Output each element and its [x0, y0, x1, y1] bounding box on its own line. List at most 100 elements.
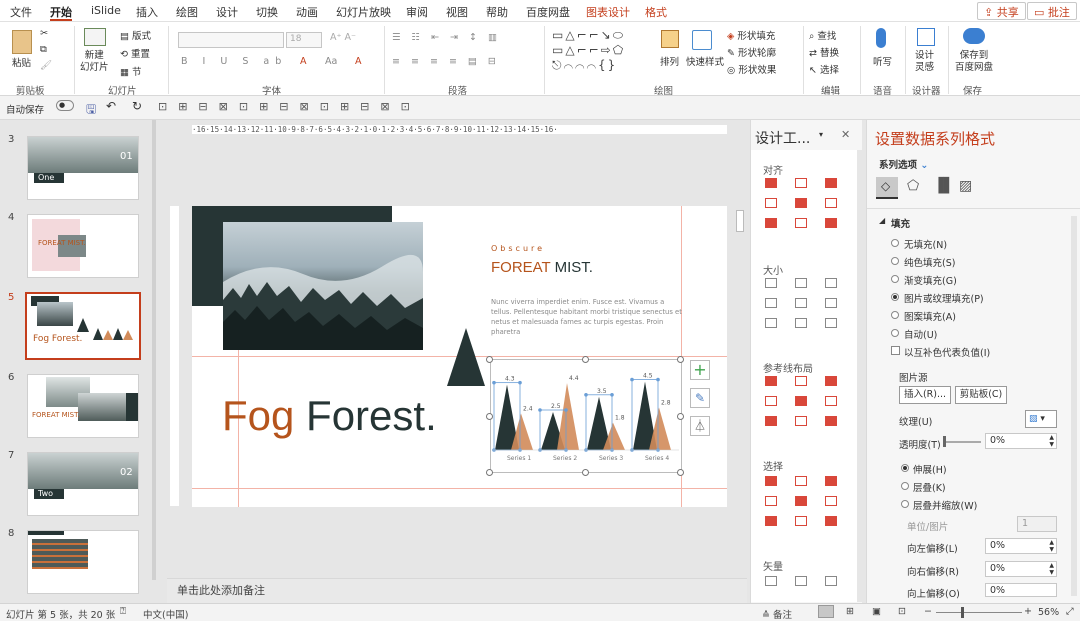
- shape-effects-button[interactable]: ◎ 形状效果: [727, 62, 776, 76]
- tool-icon[interactable]: [795, 496, 807, 506]
- offset-right-input[interactable]: 0% ▲ ▼: [985, 561, 1057, 577]
- paste-icon[interactable]: [12, 30, 32, 54]
- radio-stack-scale[interactable]: [901, 500, 909, 508]
- unit-input[interactable]: 1: [1017, 516, 1057, 532]
- slide-thumbnail-7[interactable]: Two 02: [27, 452, 139, 516]
- design-scrollbar[interactable]: [857, 150, 862, 602]
- tool-icon[interactable]: [795, 576, 807, 586]
- microphone-icon[interactable]: [876, 28, 886, 48]
- slide-thumbnail-6[interactable]: FOREAT MIST.: [27, 374, 139, 438]
- font-format-icons[interactable]: B I U S ab: [181, 56, 287, 67]
- point-handle[interactable]: [564, 408, 568, 412]
- slide-heading[interactable]: FOREAT MIST.: [491, 259, 593, 276]
- slide-thumbnail-8[interactable]: [27, 530, 139, 594]
- save-icon[interactable]: 🖫: [86, 100, 96, 121]
- shapes-gallery[interactable]: ▭△⌐⌐↘⬭ ▭△⌐⌐⇨⬠ ⎋⌒⌒⌒{}: [552, 28, 648, 74]
- redo-icon[interactable]: ↻: [132, 99, 142, 113]
- cut-icon[interactable]: ✂: [40, 28, 48, 39]
- offset-top-input[interactable]: 0%: [985, 583, 1057, 597]
- tool-icon[interactable]: [825, 516, 837, 526]
- stack-label[interactable]: 层叠(K): [913, 480, 946, 494]
- radio-auto-fill[interactable]: [891, 329, 899, 337]
- tool-icon[interactable]: [795, 278, 807, 288]
- zoom-level[interactable]: 56%: [1038, 607, 1059, 618]
- quick-styles-icon[interactable]: [692, 30, 712, 50]
- normal-view-icon[interactable]: [818, 605, 834, 618]
- series-options-tab-bar-icon[interactable]: ▐▌: [933, 178, 955, 194]
- slide-sorter-icon[interactable]: ⊞: [846, 606, 854, 617]
- effects-tab-pentagon-icon[interactable]: ⬠: [907, 178, 919, 194]
- font-color2-icon[interactable]: A: [355, 56, 362, 67]
- tool-icon[interactable]: [825, 218, 837, 228]
- tab-design[interactable]: 设计: [216, 4, 238, 20]
- gradient-fill-label[interactable]: 渐变填充(G): [904, 273, 957, 287]
- point-handle[interactable]: [610, 393, 614, 397]
- replace-button[interactable]: ⇄ 替换: [809, 45, 839, 59]
- slideshow-icon[interactable]: ⊡: [898, 606, 906, 617]
- tab-file[interactable]: 文件: [10, 4, 32, 20]
- invert-label[interactable]: 以互补色代表负值(I): [904, 345, 990, 359]
- tool-icon[interactable]: [765, 376, 777, 386]
- series-options-dropdown[interactable]: 系列选项 ⌄: [879, 157, 928, 171]
- chart-filters-button[interactable]: ⏃: [690, 416, 710, 436]
- format-scrollbar[interactable]: [1071, 216, 1077, 596]
- point-handle[interactable]: [518, 380, 522, 385]
- picture-tab-icon[interactable]: ▨: [959, 178, 972, 194]
- fill-line-tab[interactable]: ◇: [876, 177, 898, 199]
- radio-solid-fill[interactable]: [891, 257, 899, 265]
- tool-icon[interactable]: [825, 396, 837, 406]
- format-painter-icon[interactable]: 🖌: [40, 60, 52, 71]
- point-handle[interactable]: [630, 377, 634, 382]
- spinner-icon[interactable]: ▲ ▼: [1049, 434, 1054, 448]
- thumbnail-scrollbar[interactable]: [152, 120, 156, 580]
- shape-outline-button[interactable]: ✎ 形状轮廓: [727, 45, 776, 59]
- spinner-icon[interactable]: ▲ ▼: [1049, 562, 1054, 576]
- tab-draw[interactable]: 绘图: [176, 4, 198, 20]
- body-text[interactable]: Nunc viverra imperdiet enim. Fusce est. …: [491, 297, 686, 337]
- tool-icon[interactable]: [795, 298, 807, 308]
- copy-icon[interactable]: ⧉: [40, 44, 47, 55]
- pattern-fill-label[interactable]: 图案填充(A): [904, 309, 956, 323]
- slide-thumbnail-3[interactable]: One 01: [27, 136, 139, 200]
- tab-format[interactable]: 格式: [645, 4, 667, 20]
- tab-view[interactable]: 视图: [446, 4, 468, 20]
- fit-slide-icon[interactable]: ⤢: [1066, 606, 1074, 617]
- tool-icon[interactable]: [795, 376, 807, 386]
- tool-icon[interactable]: [795, 476, 807, 486]
- font-size-combo[interactable]: 18: [286, 32, 322, 48]
- align-icons[interactable]: ≡ ≡ ≡ ≡ ▤ ⊟: [392, 56, 500, 67]
- tab-chart-design[interactable]: 图表设计: [586, 4, 630, 20]
- tool-icon[interactable]: [825, 318, 837, 328]
- clipboard-button[interactable]: 剪贴板(C): [955, 386, 1007, 404]
- tool-icon[interactable]: [825, 198, 837, 208]
- dictate-label[interactable]: 听写: [873, 54, 892, 68]
- chevron-down-icon[interactable]: ▾: [819, 130, 823, 139]
- highlight-icon[interactable]: Aa: [325, 56, 337, 67]
- grow-font-icon[interactable]: A⁺ A⁻: [330, 32, 356, 43]
- tool-icon[interactable]: [765, 496, 777, 506]
- resize-handle[interactable]: [677, 413, 684, 420]
- point-handle[interactable]: [584, 393, 588, 397]
- zoom-out-icon[interactable]: −: [924, 606, 932, 617]
- chart-frame[interactable]: 4.3 2.4 Series 1 2.5 4.4 Series 2 3.5 1.8 Series…: [490, 359, 682, 473]
- design-ideas-label[interactable]: 设计 灵感: [915, 50, 934, 74]
- arrange-label[interactable]: 排列: [660, 54, 679, 68]
- section-button[interactable]: ▦ 节: [120, 64, 142, 78]
- chart-elements-button[interactable]: +: [690, 360, 710, 380]
- zoom-slider-thumb[interactable]: [961, 607, 964, 618]
- transparency-slider[interactable]: [943, 441, 981, 443]
- tool-icon[interactable]: [765, 278, 777, 288]
- stretch-label[interactable]: 伸展(H): [913, 462, 947, 476]
- editor-scrollbar[interactable]: [736, 128, 744, 558]
- resize-handle[interactable]: [677, 469, 684, 476]
- tool-icon[interactable]: [825, 496, 837, 506]
- save-to-baidu-label[interactable]: 保存到 百度网盘: [955, 50, 993, 74]
- tab-slideshow[interactable]: 幻灯片放映: [336, 4, 391, 20]
- tool-icon[interactable]: [765, 416, 777, 426]
- invert-checkbox[interactable]: [891, 346, 900, 355]
- offset-left-input[interactable]: 0% ▲ ▼: [985, 538, 1057, 554]
- point-handle[interactable]: [492, 380, 496, 385]
- spinner-icon[interactable]: ▲ ▼: [1049, 539, 1054, 553]
- tool-icon[interactable]: [825, 476, 837, 486]
- tool-icon[interactable]: [825, 416, 837, 426]
